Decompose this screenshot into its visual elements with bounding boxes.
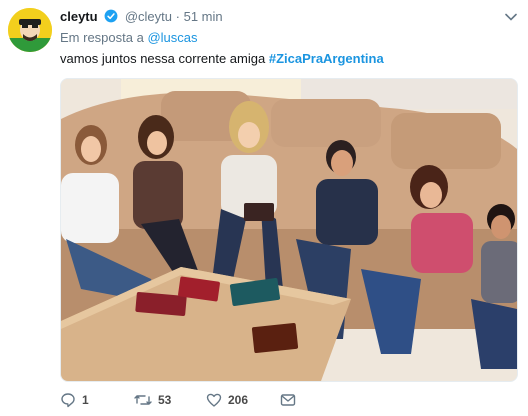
dm-button[interactable] <box>280 390 296 410</box>
reply-to-link[interactable]: @luscas <box>147 30 197 45</box>
envelope-icon <box>280 393 296 407</box>
reply-count: 1 <box>82 393 89 407</box>
author-handle[interactable]: @cleytu <box>125 9 172 24</box>
like-count: 206 <box>228 393 249 407</box>
author-name[interactable]: cleytu <box>60 9 98 24</box>
tweet-header: cleytu @cleytu · 51 min <box>60 8 498 26</box>
retweet-icon <box>134 392 152 408</box>
tweet-actions: 1 53 206 <box>60 390 360 410</box>
retweet-button[interactable]: 53 <box>134 390 171 410</box>
chevron-down-icon[interactable] <box>504 10 518 24</box>
avatar[interactable] <box>8 8 52 52</box>
retweet-count: 53 <box>158 393 172 407</box>
tweet-photo[interactable] <box>60 78 518 382</box>
heart-icon <box>206 392 222 408</box>
reply-button[interactable]: 1 <box>60 390 89 410</box>
tweet-text: vamos juntos nessa corrente amiga #ZicaP… <box>60 51 384 67</box>
reply-context: Em resposta a @luscas <box>60 30 198 46</box>
separator-dot: · <box>175 9 180 24</box>
photo-image <box>61 79 517 381</box>
reply-prefix: Em resposta a <box>60 30 144 45</box>
verified-badge-icon <box>104 9 118 28</box>
tweet-timestamp[interactable]: 51 min <box>184 9 223 24</box>
reply-icon <box>60 392 76 408</box>
tweet-body: vamos juntos nessa corrente amiga <box>60 51 266 66</box>
avatar-image <box>8 8 52 52</box>
like-button[interactable]: 206 <box>206 390 248 410</box>
hashtag-link[interactable]: #ZicaPraArgentina <box>269 51 384 66</box>
